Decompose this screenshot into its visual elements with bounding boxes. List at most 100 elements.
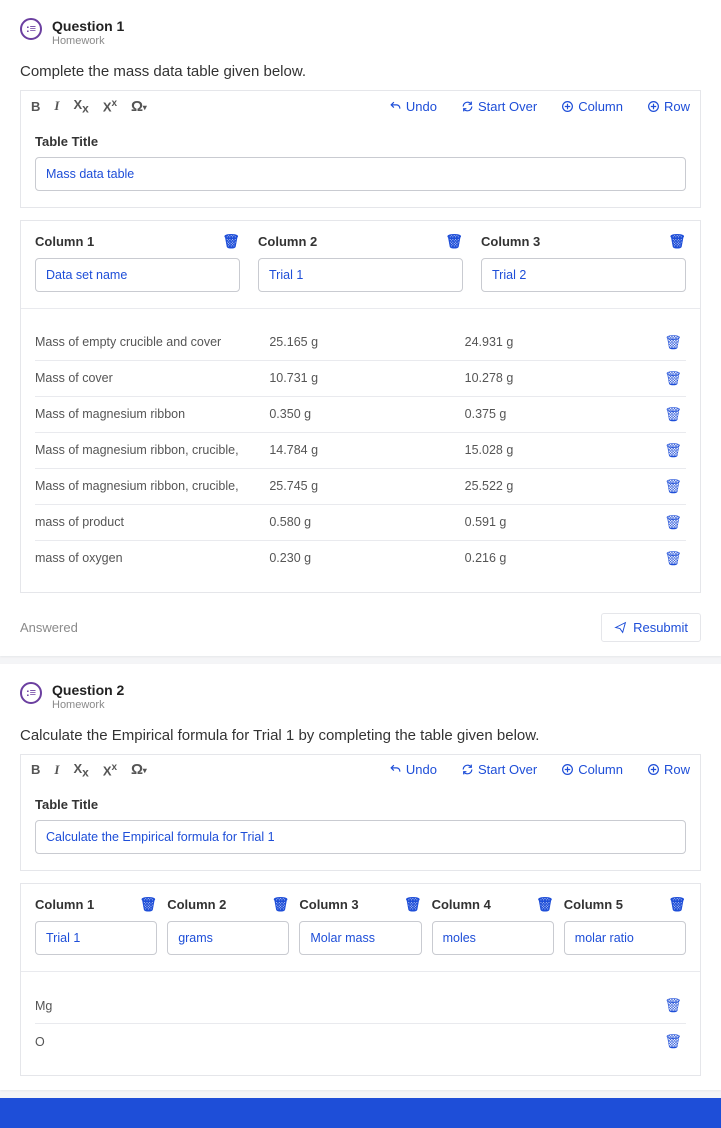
start-over-button[interactable]: Start Over (461, 762, 537, 777)
question-title: Question 2 (52, 682, 124, 698)
delete-row-button[interactable]: 🗑 (664, 370, 682, 386)
plus-circle-icon (561, 763, 574, 776)
row-c5[interactable] (543, 1024, 660, 1060)
row-name[interactable]: Mg (35, 988, 162, 1024)
delete-row-button[interactable]: 🗑 (664, 514, 682, 530)
row-trial2[interactable]: 25.522 g (465, 468, 660, 504)
table-title-panel: Table Title (20, 122, 701, 208)
table-row: Mass of magnesium ribbon0.350 g0.375 g🗑 (35, 396, 686, 432)
row-c3[interactable] (289, 988, 416, 1024)
question-header: :≡ Question 2 Homework (20, 682, 701, 711)
superscript-button[interactable]: Xx (103, 98, 117, 114)
row-name[interactable]: Mass of magnesium ribbon, crucible, (35, 432, 269, 468)
row-trial1[interactable]: 0.580 g (269, 504, 464, 540)
table-row: O🗑 (35, 1024, 686, 1060)
undo-button[interactable]: Undo (389, 762, 437, 777)
row-trial1[interactable]: 25.745 g (269, 468, 464, 504)
add-column-button[interactable]: Column (561, 99, 623, 114)
row-trial1[interactable]: 10.731 g (269, 360, 464, 396)
table-title-input[interactable] (35, 820, 686, 854)
row-name[interactable]: mass of product (35, 504, 269, 540)
undo-icon (389, 763, 402, 776)
delete-row-button[interactable]: 🗑 (664, 1033, 682, 1049)
col5-label: Column 5 (564, 897, 623, 912)
data-table: Mass of empty crucible and cover25.165 g… (35, 325, 686, 576)
question-title: Question 1 (52, 18, 124, 34)
table-title-label: Table Title (35, 134, 686, 149)
row-trial1[interactable]: 0.350 g (269, 396, 464, 432)
row-name[interactable]: O (35, 1024, 162, 1060)
row-c2[interactable] (162, 988, 289, 1024)
undo-button[interactable]: Undo (389, 99, 437, 114)
row-name[interactable]: Mass of magnesium ribbon (35, 396, 269, 432)
row-trial1[interactable]: 0.230 g (269, 540, 464, 576)
delete-col1-button[interactable]: 🗑 (139, 896, 157, 913)
col3-label: Column 3 (299, 897, 358, 912)
delete-row-button[interactable]: 🗑 (664, 442, 682, 458)
row-name[interactable]: mass of oxygen (35, 540, 269, 576)
col4-input[interactable] (432, 921, 554, 955)
col2-input[interactable] (258, 258, 463, 292)
row-name[interactable]: Mass of magnesium ribbon, crucible, (35, 468, 269, 504)
refresh-icon (461, 100, 474, 113)
col1-label: Column 1 (35, 897, 94, 912)
subscript-button[interactable]: Xx (73, 761, 88, 780)
row-name[interactable]: Mass of cover (35, 360, 269, 396)
bold-button[interactable]: B (31, 99, 40, 114)
row-c3[interactable] (289, 1024, 416, 1060)
omega-button[interactable]: Ω ▾ (131, 98, 147, 115)
superscript-button[interactable]: Xx (103, 762, 117, 778)
row-c2[interactable] (162, 1024, 289, 1060)
delete-col3-button[interactable]: 🗑 (668, 233, 686, 250)
start-over-button[interactable]: Start Over (461, 99, 537, 114)
delete-col2-button[interactable]: 🗑 (445, 233, 463, 250)
delete-col4-button[interactable]: 🗑 (536, 896, 554, 913)
bold-button[interactable]: B (31, 762, 40, 777)
italic-button[interactable]: I (54, 98, 59, 114)
delete-row-button[interactable]: 🗑 (664, 997, 682, 1013)
table-row: Mass of cover10.731 g10.278 g🗑 (35, 360, 686, 396)
delete-row-button[interactable]: 🗑 (664, 550, 682, 566)
delete-row-button[interactable]: 🗑 (664, 406, 682, 422)
col1-input[interactable] (35, 258, 240, 292)
delete-col1-button[interactable]: 🗑 (222, 233, 240, 250)
col3-input[interactable] (299, 921, 421, 955)
row-c5[interactable] (543, 988, 660, 1024)
delete-col5-button[interactable]: 🗑 (668, 896, 686, 913)
italic-button[interactable]: I (54, 762, 59, 778)
row-trial1[interactable]: 14.784 g (269, 432, 464, 468)
row-trial2[interactable]: 0.216 g (465, 540, 660, 576)
row-c4[interactable] (416, 1024, 543, 1060)
row-name[interactable]: Mass of empty crucible and cover (35, 325, 269, 361)
row-trial2[interactable]: 0.375 g (465, 396, 660, 432)
add-column-button[interactable]: Column (561, 762, 623, 777)
editor-toolbar: B I Xx Xx Ω ▾ Undo Start Over Column Row (20, 90, 701, 122)
col2-input[interactable] (167, 921, 289, 955)
row-trial2[interactable]: 10.278 g (465, 360, 660, 396)
delete-row-button[interactable]: 🗑 (664, 478, 682, 494)
table-row: mass of oxygen0.230 g0.216 g🗑 (35, 540, 686, 576)
row-trial1[interactable]: 25.165 g (269, 325, 464, 361)
subscript-button[interactable]: Xx (73, 97, 88, 116)
row-trial2[interactable]: 0.591 g (465, 504, 660, 540)
col3-label: Column 3 (481, 234, 540, 249)
columns-panel: Column 1🗑 Column 2🗑 Column 3🗑 Mass of em… (20, 220, 701, 593)
row-c4[interactable] (416, 988, 543, 1024)
delete-row-button[interactable]: 🗑 (664, 334, 682, 350)
add-row-button[interactable]: Row (647, 99, 690, 114)
table-title-input[interactable] (35, 157, 686, 191)
add-row-button[interactable]: Row (647, 762, 690, 777)
resubmit-button[interactable]: Resubmit (601, 613, 701, 642)
col1-input[interactable] (35, 921, 157, 955)
question-icon: :≡ (20, 682, 42, 704)
row-trial2[interactable]: 15.028 g (465, 432, 660, 468)
omega-button[interactable]: Ω ▾ (131, 761, 147, 778)
col1-label: Column 1 (35, 234, 94, 249)
row-trial2[interactable]: 24.931 g (465, 325, 660, 361)
col2-label: Column 2 (167, 897, 226, 912)
delete-col2-button[interactable]: 🗑 (272, 896, 290, 913)
col3-input[interactable] (481, 258, 686, 292)
delete-col3-button[interactable]: 🗑 (404, 896, 422, 913)
col5-input[interactable] (564, 921, 686, 955)
refresh-icon (461, 763, 474, 776)
